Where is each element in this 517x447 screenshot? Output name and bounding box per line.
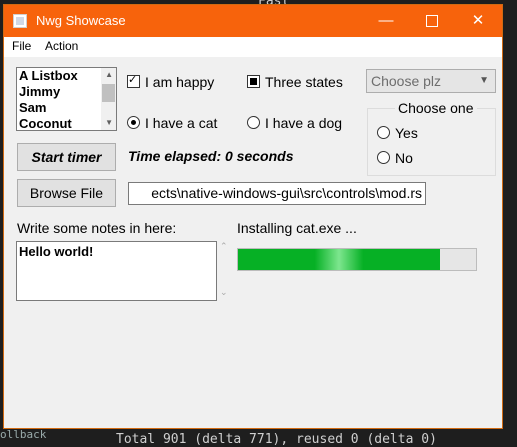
radio-cat-label: I have a cat xyxy=(145,115,218,131)
app-icon xyxy=(13,14,27,28)
radio-yes-label: Yes xyxy=(395,125,418,141)
scroll-up-icon[interactable]: ▲ xyxy=(105,70,113,79)
checkbox-three-states[interactable]: Three states xyxy=(247,74,343,90)
checkbox-happy-label: I am happy xyxy=(145,74,215,90)
group-title: Choose one xyxy=(395,100,477,116)
radio-unselected-icon[interactable] xyxy=(247,116,260,129)
maximize-icon xyxy=(426,15,438,28)
notes-scrollbar[interactable]: ⌃ ⌄ xyxy=(219,241,231,301)
file-path-value: ects\native-windows-gui\src\controls\mod… xyxy=(151,185,422,201)
scroll-down-icon[interactable]: ▼ xyxy=(105,118,113,127)
app-window: Nwg Showcase — ✕ File Action A Listbox J… xyxy=(3,4,503,429)
menu-bar: File Action xyxy=(4,37,502,57)
listbox-scroll-thumb[interactable] xyxy=(102,84,115,102)
checkbox-happy[interactable]: I am happy xyxy=(127,73,215,90)
radio-cat[interactable]: I have a cat xyxy=(127,115,217,131)
minimize-button[interactable]: — xyxy=(363,5,409,37)
menu-file[interactable]: File xyxy=(12,39,31,53)
checkbox-checked-icon[interactable] xyxy=(127,73,140,88)
start-timer-button[interactable]: Start timer xyxy=(17,143,116,171)
menu-action[interactable]: Action xyxy=(45,39,78,53)
checkbox-three-states-label: Three states xyxy=(265,74,343,90)
listbox-scrollbar[interactable]: ▲ ▼ xyxy=(101,68,116,130)
browse-file-button[interactable]: Browse File xyxy=(17,179,116,207)
notes-textarea[interactable]: Hello world! xyxy=(16,241,217,301)
chevron-down-icon[interactable]: ▼ xyxy=(479,70,489,92)
time-elapsed-label: Time elapsed: 0 seconds xyxy=(128,148,294,164)
listbox[interactable]: A Listbox Jimmy Sam Coconut ▲ ▼ xyxy=(16,67,117,131)
notes-label: Write some notes in here: xyxy=(17,220,177,236)
radio-dog[interactable]: I have a dog xyxy=(247,115,342,131)
radio-selected-icon[interactable] xyxy=(127,116,140,129)
radio-no[interactable]: No xyxy=(377,150,413,166)
combobox-value: Choose plz xyxy=(371,73,442,89)
choice-combobox[interactable]: Choose plz ▼ xyxy=(366,69,496,93)
radio-unselected-icon[interactable] xyxy=(377,126,390,139)
title-bar[interactable]: Nwg Showcase — ✕ xyxy=(4,5,502,37)
terminal-text-bottom: Total 901 (delta 771), reused 0 (delta 0… xyxy=(116,432,437,447)
radio-yes[interactable]: Yes xyxy=(377,125,418,141)
file-path-input[interactable]: ects\native-windows-gui\src\controls\mod… xyxy=(128,182,426,205)
install-progress-bar xyxy=(237,248,477,271)
install-status-label: Installing cat.exe ... xyxy=(237,220,357,236)
radio-no-label: No xyxy=(395,150,413,166)
maximize-button[interactable] xyxy=(409,5,455,37)
window-title: Nwg Showcase xyxy=(36,13,126,28)
radio-unselected-icon[interactable] xyxy=(377,151,390,164)
choose-one-group: Choose one Yes No xyxy=(367,100,496,176)
scroll-up-icon[interactable]: ⌃ xyxy=(220,241,228,252)
progress-fill xyxy=(238,249,441,270)
scroll-down-icon[interactable]: ⌄ xyxy=(220,287,228,298)
terminal-text-left: ollback xyxy=(0,428,47,441)
checkbox-indeterminate-icon[interactable] xyxy=(247,75,260,88)
close-button[interactable]: ✕ xyxy=(455,5,501,37)
radio-dog-label: I have a dog xyxy=(265,115,343,131)
